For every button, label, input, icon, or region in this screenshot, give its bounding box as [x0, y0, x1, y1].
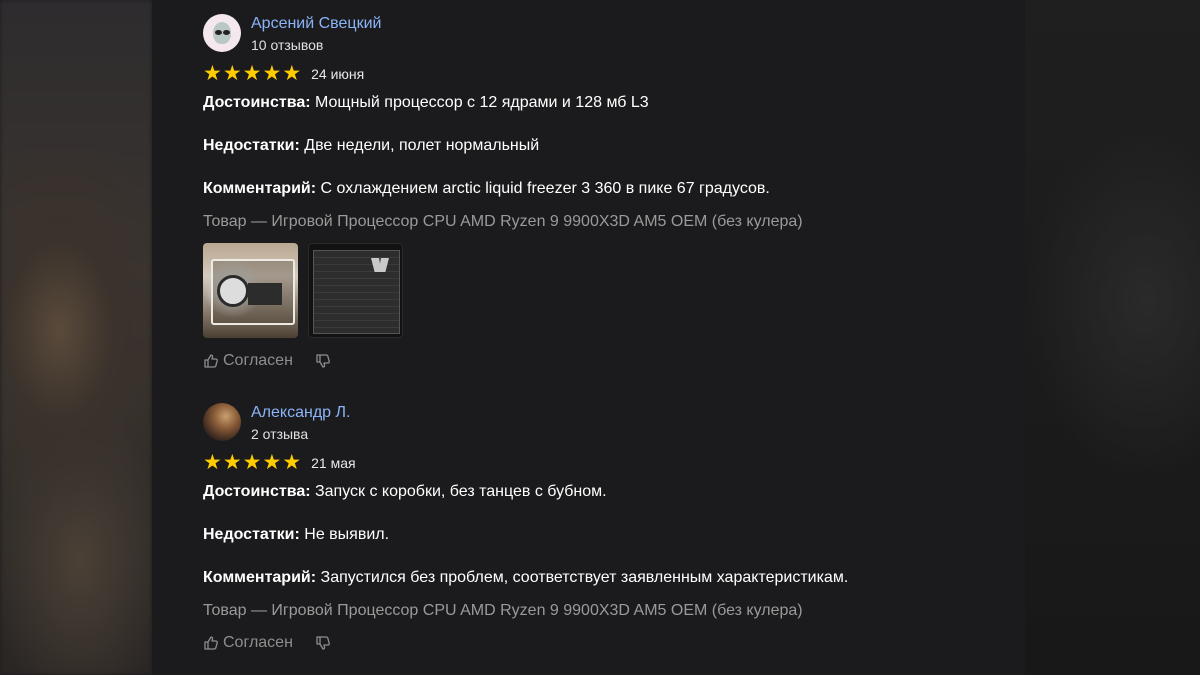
thumbs-down-icon: [316, 636, 330, 650]
avatar-eye: [215, 30, 222, 35]
fan-graphic: [217, 275, 249, 307]
pros-label: Достоинства:: [203, 483, 311, 500]
star-icon: ★: [282, 451, 302, 474]
comment-label: Комментарий:: [203, 180, 317, 197]
avatar[interactable]: [203, 403, 241, 441]
cons-text: Недостатки: Не выявил.: [203, 525, 1003, 545]
pros-value: Запуск с коробки, без танцев с бубном.: [310, 483, 607, 500]
cooler-block-graphic: [248, 283, 282, 305]
star-icon: ★: [262, 451, 282, 474]
cons-value: Две недели, полет нормальный: [299, 137, 540, 154]
cons-value: Не выявил.: [299, 526, 390, 543]
comment-label: Комментарий:: [203, 569, 317, 586]
blurred-background-right: [1025, 0, 1200, 675]
thumbs-up-icon: [204, 354, 218, 368]
comment-text: Комментарий: С охлаждением arctic liquid…: [203, 179, 1003, 199]
agree-button[interactable]: Согласен: [203, 352, 293, 370]
review-date: 24 июня: [311, 66, 365, 82]
comment-text: Комментарий: Запустился без проблем, соо…: [203, 568, 1003, 588]
author-review-count: 2 отзыва: [251, 426, 309, 442]
review-date: 21 мая: [311, 455, 356, 471]
star-icon: ★: [203, 451, 222, 474]
pros-value: Мощный процессор с 12 ядрами и 128 мб L3: [310, 94, 649, 111]
rating-row: ★ ★ ★ ★ ★ 21 мая: [203, 451, 1003, 475]
star-icon: ★: [242, 62, 262, 85]
comment-value: Запустился без проблем, соответствует за…: [316, 569, 849, 586]
review-card: Александр Л. 2 отзыва ★ ★ ★ ★ ★ 21 мая Д…: [203, 403, 1003, 652]
pros-text: Достоинства: Мощный процессор с 12 ядрам…: [203, 93, 1003, 113]
comment-value: С охлаждением arctic liquid freezer 3 36…: [316, 180, 770, 197]
review-photo-thumbnail[interactable]: [308, 243, 403, 338]
avatar[interactable]: [203, 14, 241, 52]
dislike-button[interactable]: [315, 635, 331, 651]
star-rating: ★ ★ ★ ★ ★: [203, 451, 302, 474]
dislike-button[interactable]: [315, 353, 331, 369]
review-card: Арсений Свецкий 10 отзывов ★ ★ ★ ★ ★ 24 …: [203, 14, 1003, 370]
pros-text: Достоинства: Запуск с коробки, без танце…: [203, 482, 1003, 502]
review-photo-thumbnail[interactable]: [203, 243, 298, 338]
product-name: Товар — Игровой Процессор CPU AMD Ryzen …: [203, 213, 803, 230]
cons-label: Недостатки:: [203, 526, 300, 543]
review-header: Александр Л. 2 отзыва: [203, 403, 1003, 443]
thumbs-up-icon: [204, 636, 218, 650]
product-name: Товар — Игровой Процессор CPU AMD Ryzen …: [203, 602, 803, 619]
star-icon: ★: [222, 451, 242, 474]
star-icon: ★: [222, 62, 242, 85]
review-photos: [203, 243, 1003, 338]
agree-label: Согласен: [223, 634, 293, 651]
cons-text: Недостатки: Две недели, полет нормальный: [203, 136, 1003, 156]
star-icon: ★: [282, 62, 302, 85]
review-actions: Согласен: [203, 352, 1003, 370]
review-actions: Согласен: [203, 634, 1003, 652]
thumbs-down-icon: [316, 354, 330, 368]
blurred-background-left: [0, 0, 152, 675]
author-review-count: 10 отзывов: [251, 37, 324, 53]
star-rating: ★ ★ ★ ★ ★: [203, 62, 302, 85]
cons-label: Недостатки:: [203, 137, 300, 154]
agree-button[interactable]: Согласен: [203, 634, 293, 652]
pros-label: Достоинства:: [203, 94, 311, 111]
avatar-eye: [223, 30, 230, 35]
star-icon: ★: [242, 451, 262, 474]
review-header: Арсений Свецкий 10 отзывов: [203, 14, 1003, 54]
author-name-link[interactable]: Александр Л.: [251, 404, 350, 422]
star-icon: ★: [203, 62, 222, 85]
author-name-link[interactable]: Арсений Свецкий: [251, 15, 381, 33]
agree-label: Согласен: [223, 352, 293, 369]
rating-row: ★ ★ ★ ★ ★ 24 июня: [203, 62, 1003, 86]
star-icon: ★: [262, 62, 282, 85]
